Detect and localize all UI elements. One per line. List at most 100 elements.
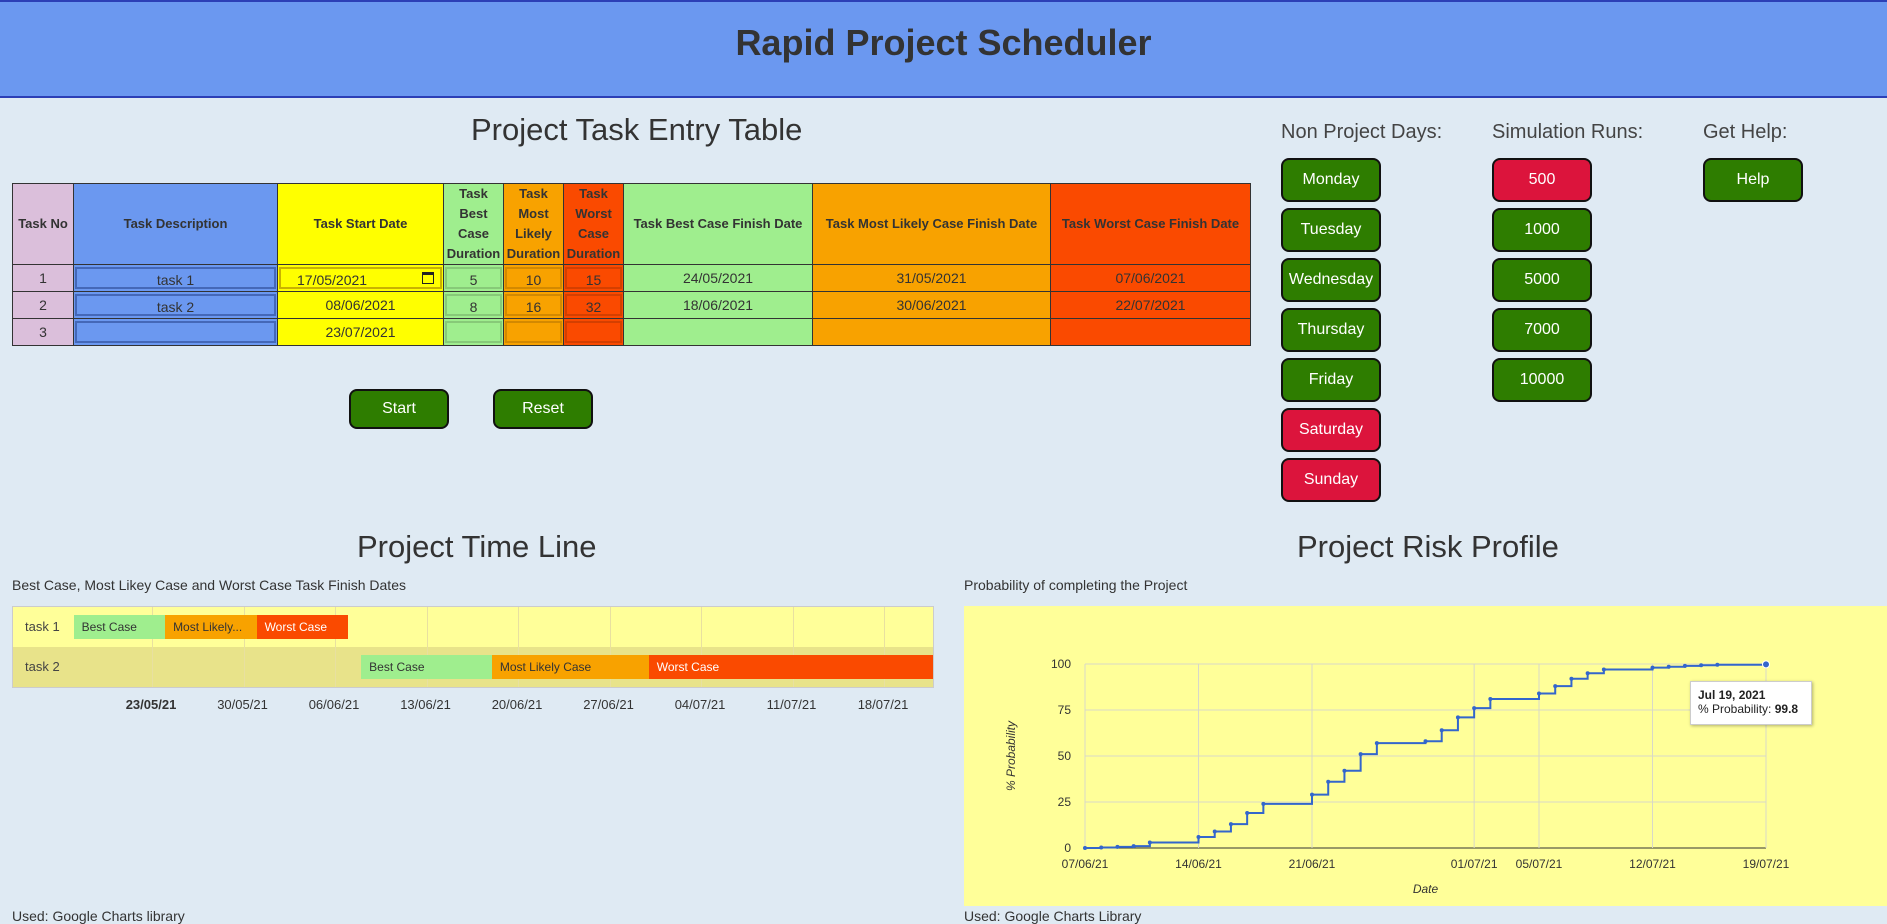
header-task-no: Task No	[12, 183, 74, 265]
header-worst-duration-line: Task	[579, 186, 608, 201]
header-task-start-date: Task Start Date	[277, 183, 444, 265]
best-duration-input[interactable]	[445, 321, 502, 343]
calendar-icon[interactable]	[422, 272, 434, 284]
header-best-duration-line: Duration	[446, 246, 501, 261]
header-worst-duration-line: Case	[577, 226, 610, 241]
header-best-duration-line: Task	[459, 186, 488, 201]
tooltip-value: 99.8	[1774, 702, 1799, 716]
worst-duration-cell: 32	[563, 291, 624, 319]
sim-runs-7000-button[interactable]: 7000	[1492, 308, 1592, 352]
task-no-cell: 1	[12, 264, 74, 292]
day-toggle-saturday[interactable]: Saturday	[1281, 408, 1381, 452]
sim-runs-10000-button[interactable]: 10000	[1492, 358, 1592, 402]
timeline-task-label: task 2	[25, 659, 60, 674]
risk-profile-chart-area	[964, 606, 1887, 906]
likely-finish-cell: 31/05/2021	[812, 264, 1051, 292]
worst-finish-cell: 07/06/2021	[1050, 264, 1251, 292]
worst-finish-cell	[1050, 318, 1251, 346]
worst-duration-cell: 15	[563, 264, 624, 292]
header-likely-finish: Task Most Likely Case Finish Date	[812, 183, 1051, 265]
task-description-input[interactable]: task 1	[75, 267, 276, 289]
worst-finish-cell: 22/07/2021	[1050, 291, 1251, 319]
timeline-task-label: task 1	[25, 619, 60, 634]
likely-finish-cell: 30/06/2021	[812, 291, 1051, 319]
header-likely-duration: Task Most Likely Duration	[503, 183, 564, 265]
task-description-input[interactable]	[75, 321, 276, 343]
timeline-bar-worst[interactable]: Worst Case	[256, 615, 349, 639]
risk-profile-footer: Used: Google Charts Library	[964, 908, 1142, 924]
start-button[interactable]: Start	[349, 389, 449, 429]
day-toggle-sunday[interactable]: Sunday	[1281, 458, 1381, 502]
header-best-duration-line: Best	[459, 206, 488, 221]
task-description-input[interactable]: task 2	[75, 294, 276, 316]
task-start-date-input[interactable]: 17/05/2021	[279, 267, 442, 289]
tooltip-label: % Probability:	[1698, 702, 1772, 716]
task-description-cell: task 2	[73, 291, 278, 319]
tooltip-date: Jul 19, 2021	[1698, 688, 1766, 702]
day-toggle-thursday[interactable]: Thursday	[1281, 308, 1381, 352]
task-start-cell: 17/05/2021	[277, 264, 444, 292]
header-likely-duration-line: Task	[519, 186, 548, 201]
chart-tooltip: Jul 19, 2021 % Probability: 99.8	[1690, 681, 1812, 725]
simulation-runs-title: Simulation Runs:	[1492, 121, 1644, 143]
day-toggle-monday[interactable]: Monday	[1281, 158, 1381, 202]
help-button[interactable]: Help	[1703, 158, 1803, 202]
timeline-bar-best[interactable]: Best Case	[73, 615, 166, 639]
task-no-cell: 3	[12, 318, 74, 346]
non-project-days-title: Non Project Days:	[1281, 121, 1443, 143]
worst-duration-input[interactable]: 15	[565, 267, 622, 289]
header-best-finish: Task Best Case Finish Date	[623, 183, 813, 265]
day-toggle-wednesday[interactable]: Wednesday	[1281, 258, 1381, 302]
timeline-tick-label: 30/05/21	[217, 697, 268, 712]
table-row: 3 23/07/2021	[12, 318, 1251, 346]
risk-profile-title: Project Risk Profile	[1297, 529, 1559, 564]
timeline-footer: Used: Google Charts library	[12, 908, 185, 924]
likely-duration-input[interactable]	[505, 321, 562, 343]
task-no-cell: 2	[12, 291, 74, 319]
timeline-tick-label: 06/06/21	[308, 697, 360, 712]
best-finish-cell	[623, 318, 813, 346]
day-toggle-friday[interactable]: Friday	[1281, 358, 1381, 402]
timeline-tick-label: 18/07/21	[857, 697, 909, 712]
header-likely-duration-line: Duration	[506, 246, 561, 261]
timeline-tick-label: 13/06/21	[400, 697, 451, 712]
task-table-header-row: Task No Task Description Task Start Date…	[12, 183, 1251, 265]
timeline-tick-label: 23/05/21	[125, 697, 177, 712]
table-row: 1 task 1 17/05/2021 5 10 15 24/05/2021 3…	[12, 264, 1251, 292]
timeline-bar-likely[interactable]: Most Likely...	[165, 615, 257, 639]
best-duration-cell: 8	[443, 291, 504, 319]
best-duration-input[interactable]: 8	[445, 294, 502, 316]
worst-duration-input[interactable]: 32	[565, 294, 622, 316]
timeline-tick-label: 04/07/21	[674, 697, 726, 712]
sim-runs-1000-button[interactable]: 1000	[1492, 208, 1592, 252]
task-start-date-value: 17/05/2021	[297, 272, 368, 288]
header-likely-duration-line: Most	[518, 206, 549, 221]
get-help-title: Get Help:	[1703, 121, 1788, 143]
header-worst-finish: Task Worst Case Finish Date	[1050, 183, 1251, 265]
task-description-cell	[73, 318, 278, 346]
likely-duration-cell	[503, 318, 564, 346]
timeline-bar-best[interactable]: Best Case	[361, 655, 492, 679]
best-finish-cell: 24/05/2021	[623, 264, 813, 292]
table-row: 2 task 2 08/06/2021 8 16 32 18/06/2021 3…	[12, 291, 1251, 319]
header-best-duration-line: Case	[457, 226, 490, 241]
best-duration-input[interactable]: 5	[445, 267, 502, 289]
timeline-bar-worst[interactable]: Worst Case	[648, 655, 933, 679]
worst-duration-input[interactable]	[565, 321, 622, 343]
timeline-bar-likely[interactable]: Most Likely Case	[491, 655, 649, 679]
task-entry-title: Project Task Entry Table	[471, 112, 803, 147]
timeline-chart: task 1 task 2 Best Case Most Likely... W…	[12, 606, 934, 688]
day-toggle-tuesday[interactable]: Tuesday	[1281, 208, 1381, 252]
task-start-date-cell: 08/06/2021	[277, 291, 444, 319]
risk-profile-subtitle: Probability of completing the Project	[964, 577, 1188, 593]
best-duration-cell	[443, 318, 504, 346]
timeline-title: Project Time Line	[357, 529, 597, 564]
header-worst-duration: Task Worst Case Duration	[563, 183, 624, 265]
likely-duration-input[interactable]: 10	[505, 267, 562, 289]
sim-runs-500-button[interactable]: 500	[1492, 158, 1592, 202]
likely-duration-cell: 16	[503, 291, 564, 319]
app-header: Rapid Project Scheduler	[0, 0, 1887, 98]
sim-runs-5000-button[interactable]: 5000	[1492, 258, 1592, 302]
likely-duration-input[interactable]: 16	[505, 294, 562, 316]
reset-button[interactable]: Reset	[493, 389, 593, 429]
